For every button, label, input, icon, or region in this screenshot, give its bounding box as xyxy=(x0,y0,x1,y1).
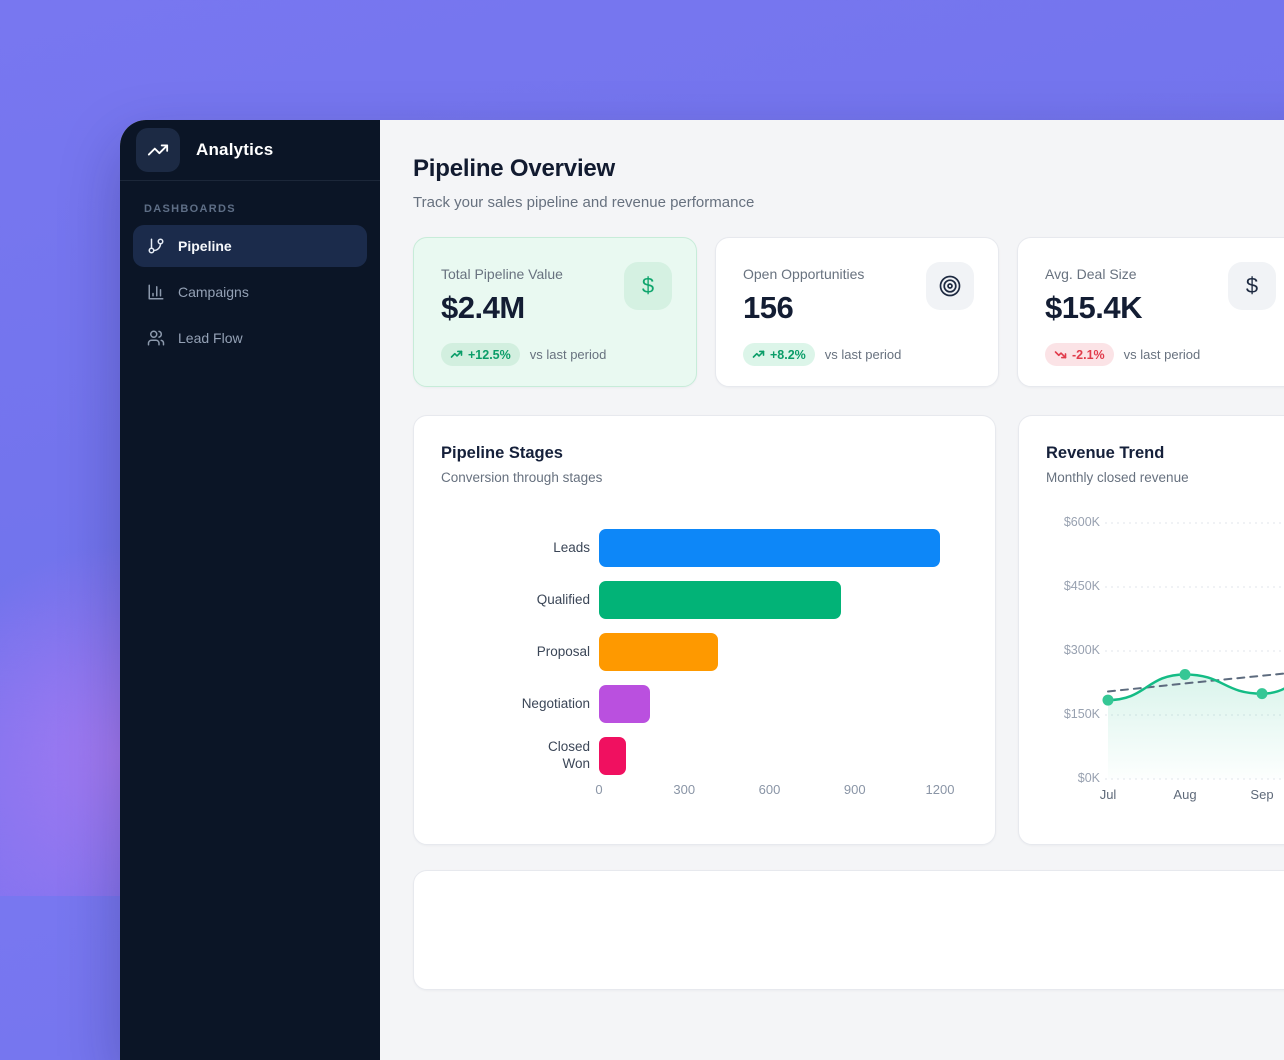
revenue-point-sep xyxy=(1257,688,1268,699)
sidebar-item-label: Campaigns xyxy=(178,284,249,300)
x-axis-tick: 0 xyxy=(595,782,602,797)
sidebar-item-label: Pipeline xyxy=(178,238,232,254)
bar-negotiation xyxy=(599,685,650,723)
revenue-trend-plot: $0K$150K$300K$450K$600KJulAugSep xyxy=(1019,416,1284,844)
x-axis-tick: 1200 xyxy=(926,782,955,797)
kpi-delta-row: +8.2% vs last period xyxy=(743,343,971,366)
dollar-icon: $ xyxy=(1228,262,1276,310)
x-axis-tick: 900 xyxy=(844,782,866,797)
compare-label: vs last period xyxy=(1124,347,1201,362)
kpi-delta-row: +12.5% vs last period xyxy=(441,343,669,366)
bar-leads xyxy=(599,529,940,567)
x-axis-tick: 600 xyxy=(759,782,781,797)
kpi-row: $ Total Pipeline Value $2.4M +12.5% vs l… xyxy=(413,237,1284,387)
bar-qualified xyxy=(599,581,841,619)
revenue-point-jul xyxy=(1103,695,1114,706)
delta-badge: -2.1% xyxy=(1045,343,1114,366)
pipeline-stages-card: Pipeline Stages Conversion through stage… xyxy=(413,415,996,845)
revenue-area-fill xyxy=(1108,660,1284,779)
sidebar-item-campaigns[interactable]: Campaigns xyxy=(133,271,367,313)
revenue-point-aug xyxy=(1180,669,1191,680)
dollar-glyph: $ xyxy=(1246,273,1258,299)
x-axis-tick: 300 xyxy=(673,782,695,797)
trending-up-icon xyxy=(147,139,169,161)
analytics-logo xyxy=(136,128,180,172)
bar-category-label: Qualified xyxy=(414,581,590,619)
compare-label: vs last period xyxy=(530,347,607,362)
main-content: Pipeline Overview Track your sales pipel… xyxy=(380,120,1284,1060)
dollar-glyph: $ xyxy=(642,273,654,299)
delta-badge: +8.2% xyxy=(743,343,815,366)
kpi-card-avg-deal-size: $ Avg. Deal Size $15.4K -2.1% vs last pe… xyxy=(1017,237,1284,387)
bar-category-label: Negotiation xyxy=(414,685,590,723)
kpi-card-total-pipeline-value: $ Total Pipeline Value $2.4M +12.5% vs l… xyxy=(413,237,697,387)
bar-chart-icon xyxy=(147,283,165,301)
bottom-card-partial xyxy=(413,870,1284,990)
kpi-card-open-opportunities: Open Opportunities 156 +8.2% vs last per… xyxy=(715,237,999,387)
bar-category-label: Leads xyxy=(414,529,590,567)
bar-closed xyxy=(599,737,626,775)
sidebar-header: Analytics xyxy=(120,120,380,181)
kpi-delta-row: -2.1% vs last period xyxy=(1045,343,1273,366)
page-title: Pipeline Overview xyxy=(413,155,1284,183)
page-subtitle: Track your sales pipeline and revenue pe… xyxy=(413,193,1284,213)
trending-down-icon xyxy=(1054,348,1067,361)
target-icon xyxy=(926,262,974,310)
app-title: Analytics xyxy=(196,140,273,160)
delta-value: +8.2% xyxy=(770,348,806,362)
sidebar-nav: Pipeline Campaigns Lead Flow xyxy=(120,225,380,359)
sidebar-item-label: Lead Flow xyxy=(178,330,243,346)
delta-value: -2.1% xyxy=(1072,348,1105,362)
sidebar-item-lead-flow[interactable]: Lead Flow xyxy=(133,317,367,359)
git-branch-icon xyxy=(147,237,165,255)
bar-category-label: Proposal xyxy=(414,633,590,671)
charts-row: Pipeline Stages Conversion through stage… xyxy=(413,415,1284,845)
sidebar-item-pipeline[interactable]: Pipeline xyxy=(133,225,367,267)
compare-label: vs last period xyxy=(825,347,902,362)
sidebar: Analytics DASHBOARDS Pipeline Campaigns xyxy=(120,120,380,1060)
sidebar-section-label: DASHBOARDS xyxy=(144,203,380,215)
analytics-app-window: Analytics DASHBOARDS Pipeline Campaigns xyxy=(120,120,1284,1060)
revenue-trend-chart xyxy=(1019,516,1284,801)
revenue-trend-card: Revenue Trend Monthly closed revenue $0K… xyxy=(1018,415,1284,845)
bar-proposal xyxy=(599,633,718,671)
delta-value: +12.5% xyxy=(468,348,511,362)
trending-up-icon xyxy=(450,348,463,361)
users-icon xyxy=(147,329,165,347)
pipeline-stages-plot: Leads Qualified Proposal Negotiation Closed … xyxy=(414,416,995,844)
delta-badge: +12.5% xyxy=(441,343,520,366)
trending-up-icon xyxy=(752,348,765,361)
bar-category-label: Closed Won xyxy=(414,737,590,775)
dollar-icon: $ xyxy=(624,262,672,310)
